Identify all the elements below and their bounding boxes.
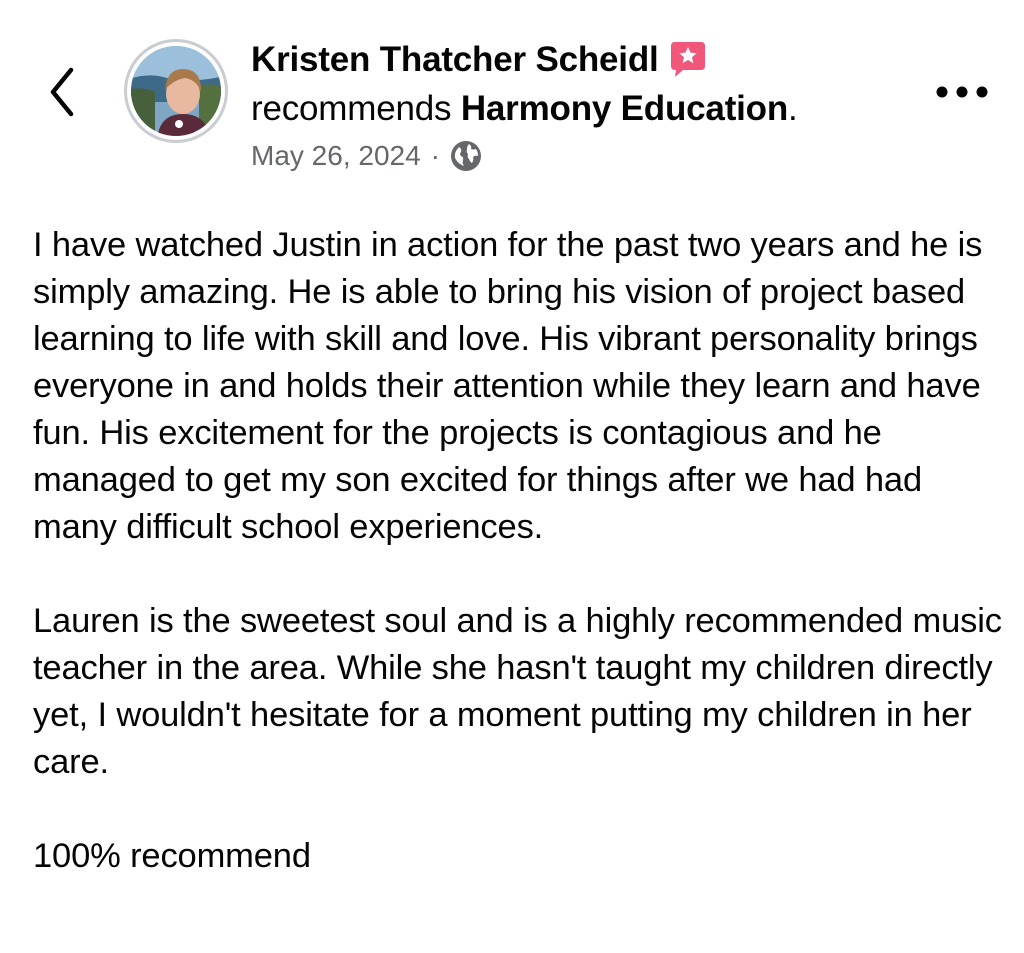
page-name-link[interactable]: Harmony Education xyxy=(461,89,788,128)
avatar[interactable] xyxy=(124,39,228,143)
period-text: . xyxy=(788,89,798,128)
author-name[interactable]: Kristen Thatcher Scheidl xyxy=(251,36,659,84)
more-options-button[interactable] xyxy=(930,72,994,112)
meta-separator: · xyxy=(430,140,440,171)
post-paragraph: Lauren is the sweetest soul and is a hig… xyxy=(33,602,1002,781)
post-paragraph: 100% recommend xyxy=(33,837,311,875)
recommendation-line: recommends Harmony Education. xyxy=(251,84,911,134)
globe-icon[interactable] xyxy=(450,140,482,172)
chevron-left-icon xyxy=(50,67,74,117)
post-header: Kristen Thatcher Scheidl recommends Harm… xyxy=(251,36,911,174)
back-button[interactable] xyxy=(38,62,86,122)
post-meta: May 26, 2024 · xyxy=(251,138,911,174)
star-badge-icon xyxy=(667,40,709,80)
author-line: Kristen Thatcher Scheidl xyxy=(251,36,911,84)
recommends-text: recommends xyxy=(251,89,452,128)
post-paragraph: I have watched Justin in action for the … xyxy=(33,226,983,546)
more-horizontal-icon xyxy=(936,86,988,98)
profile-photo xyxy=(131,46,221,136)
post-date[interactable]: May 26, 2024 xyxy=(251,138,421,174)
post-body: I have watched Justin in action for the … xyxy=(33,222,1008,880)
